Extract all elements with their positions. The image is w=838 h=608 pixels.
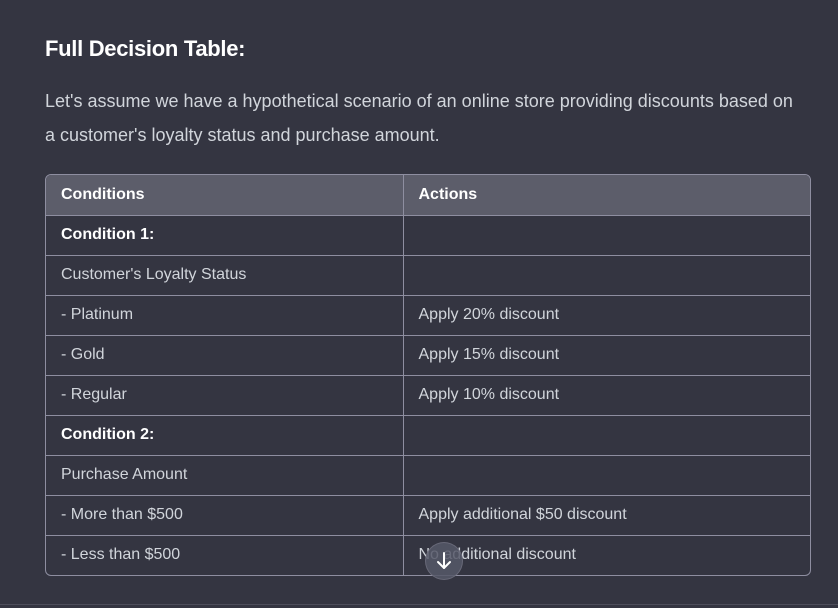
action-cell: [403, 255, 810, 296]
condition-cell: Condition 2:: [46, 415, 404, 456]
condition-cell: Condition 1:: [46, 215, 404, 256]
condition-cell: - Regular: [46, 375, 404, 416]
table-row: - Platinum Apply 20% discount: [46, 295, 810, 336]
action-cell: [403, 215, 810, 256]
chat-message-view: Full Decision Table: Let's assume we hav…: [0, 0, 838, 608]
scroll-to-bottom-button[interactable]: [425, 542, 463, 580]
action-cell: Apply 20% discount: [403, 295, 810, 336]
table-row: Purchase Amount: [46, 455, 810, 496]
action-cell: Apply additional $50 discount: [403, 495, 810, 536]
header-conditions: Conditions: [46, 175, 404, 216]
divider: [0, 604, 838, 605]
action-cell: [403, 455, 810, 496]
table-row: Condition 1:: [46, 215, 810, 256]
action-cell: No additional discount: [418, 546, 576, 564]
table-row: - Regular Apply 10% discount: [46, 375, 810, 416]
table-row: Condition 2:: [46, 415, 810, 456]
table-row: Customer's Loyalty Status: [46, 255, 810, 296]
decision-table: Conditions Actions Condition 1: Customer…: [46, 175, 810, 575]
condition-cell: Purchase Amount: [46, 455, 404, 496]
table-row: - Gold Apply 15% discount: [46, 335, 810, 376]
section-heading: Full Decision Table:: [45, 36, 246, 61]
condition-cell: - Platinum: [46, 295, 404, 336]
action-cell: Apply 15% discount: [403, 335, 810, 376]
condition-cell: - More than $500: [46, 495, 404, 536]
intro-paragraph: Let's assume we have a hypothetical scen…: [45, 91, 793, 145]
decision-table-container: Conditions Actions Condition 1: Customer…: [45, 174, 811, 576]
header-actions: Actions: [403, 175, 810, 216]
condition-cell: Customer's Loyalty Status: [46, 255, 404, 296]
condition-cell: - Less than $500: [46, 535, 404, 575]
table-header-row: Conditions Actions: [46, 175, 810, 216]
action-cell: [403, 415, 810, 456]
arrow-down-icon: [436, 552, 452, 570]
action-cell: Apply 10% discount: [403, 375, 810, 416]
table-row: - More than $500 Apply additional $50 di…: [46, 495, 810, 536]
condition-cell: - Gold: [46, 335, 404, 376]
